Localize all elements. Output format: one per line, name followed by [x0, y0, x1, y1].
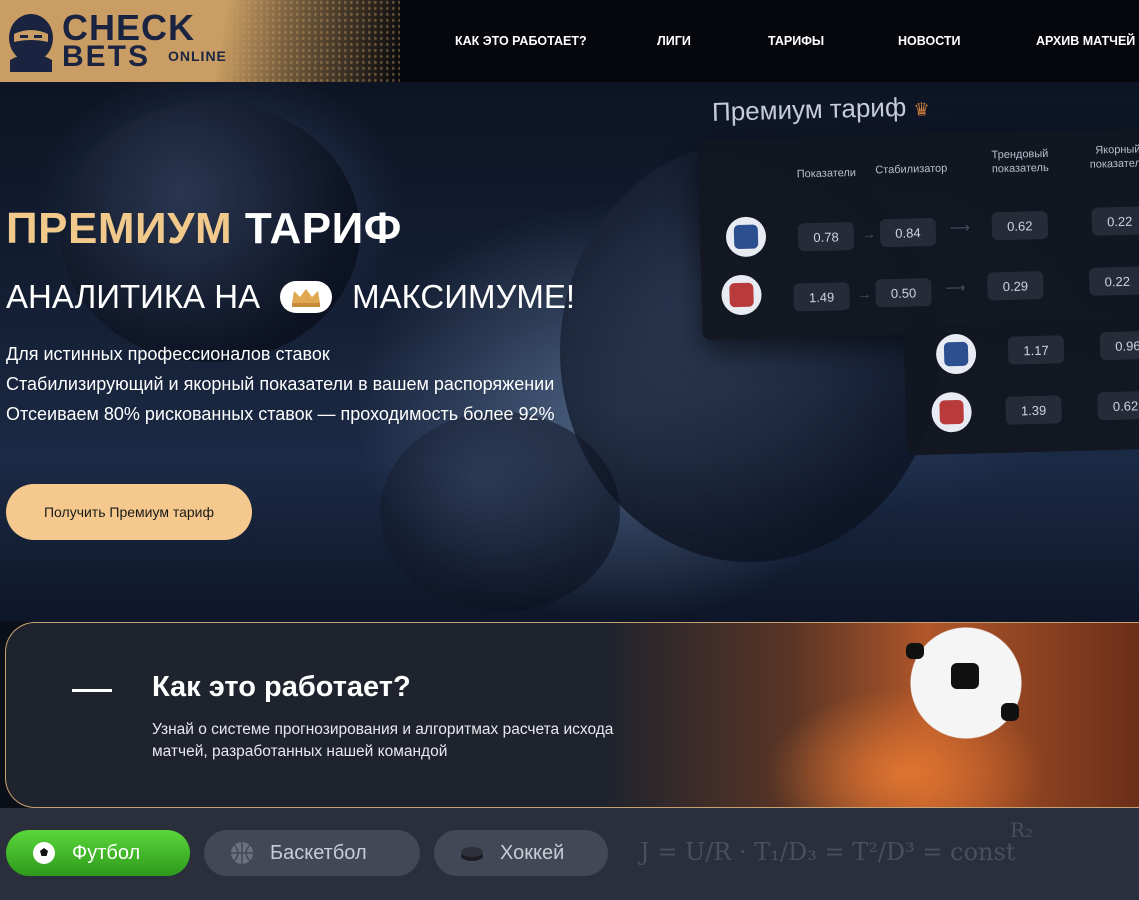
premium-table-panel-lower: 1.17 0.96 1.39 0.62: [903, 318, 1139, 456]
table-cell: 0.50: [875, 277, 932, 308]
table-cell: 1.17: [1007, 335, 1065, 365]
arrow-icon: ⟶: [949, 218, 971, 236]
hero-feature-line: Стабилизирующий и якорный показатели в в…: [6, 374, 555, 394]
nav-how-it-works[interactable]: КАК ЭТО РАБОТАЕТ?: [455, 34, 587, 48]
hero-subtitle: АНАЛИТИКА НА МАКСИМУМЕ!: [6, 278, 575, 316]
arrow-icon: →: [861, 225, 877, 242]
ball-patch: [951, 663, 979, 689]
table-cell: 0.62: [991, 210, 1049, 241]
tab-label: Хоккей: [500, 841, 565, 864]
formula-decoration: J = U/R · T₁/D₃ = T²/D³ = const: [640, 838, 1016, 866]
col-header: Якорный показатель: [1089, 143, 1139, 171]
hero-title: ПРЕМИУМ ТАРИФ: [6, 206, 402, 252]
col-header: Показатели: [796, 166, 857, 181]
table-cell: 1.39: [1005, 395, 1062, 425]
logo-text-online: ONLINE: [168, 48, 227, 64]
col-header: Трендовый показатель: [991, 147, 1049, 176]
hockey-puck-icon: [461, 847, 483, 861]
logo-text-bets: BETS: [62, 40, 151, 73]
team-logo-icon: [935, 333, 977, 375]
arrow-icon: ⟶: [945, 279, 966, 296]
table-cell: 0.29: [987, 271, 1044, 301]
soccer-stadium-image: [606, 623, 1139, 807]
nav-news[interactable]: НОВОСТИ: [898, 34, 961, 48]
tab-basketball[interactable]: Баскетбол: [204, 830, 420, 876]
logo[interactable]: CHECK BETS ONLINE: [0, 0, 400, 82]
ball-patch: [906, 643, 924, 659]
how-it-works-card[interactable]: Как это работает? Узнай о системе прогно…: [5, 622, 1139, 808]
how-it-works-text: Узнай о системе прогнозирования и алгори…: [152, 721, 614, 760]
premium-table-panel: Показатели Стабилизатор Трендовый показа…: [697, 128, 1139, 340]
tab-label: Баскетбол: [270, 841, 367, 864]
basketball-icon: [231, 842, 253, 864]
hero-feature-line: Отсеиваем 80% рискованных ставок — прохо…: [6, 404, 555, 424]
table-cell: 0.62: [1097, 390, 1139, 421]
hero-title-white: ТАРИФ: [244, 204, 402, 253]
nav-leagues[interactable]: ЛИГИ: [657, 34, 691, 48]
hero-subtitle-left: АНАЛИТИКА НА: [6, 278, 261, 315]
ninja-mascot-icon: [9, 14, 53, 72]
table-cell: 0.78: [797, 221, 855, 252]
get-premium-button[interactable]: Получить Премиум тариф: [6, 484, 252, 540]
arrow-icon: →: [857, 285, 872, 302]
hero-subtitle-right: МАКСИМУМЕ!: [352, 278, 576, 315]
tab-label: Футбол: [72, 841, 141, 864]
nav-tariffs[interactable]: ТАРИФЫ: [768, 34, 824, 48]
hero-title-gold: ПРЕМИУМ: [6, 204, 233, 253]
crown-icon: ♛: [913, 99, 930, 120]
site-header: CHECK BETS ONLINE КАК ЭТО РАБОТАЕТ? ЛИГИ…: [0, 0, 1139, 82]
tab-hockey[interactable]: Хоккей: [434, 830, 608, 876]
hero-player-glove: [380, 412, 620, 612]
nav-match-archive[interactable]: АРХИВ МАТЧЕЙ: [1036, 34, 1135, 48]
section-dash: [72, 689, 112, 692]
col-header: Стабилизатор: [875, 162, 948, 177]
table-cell: 0.96: [1099, 330, 1139, 361]
premium-panel-title: Премиум тариф ♛: [711, 91, 930, 127]
table-cell: 1.49: [793, 282, 850, 312]
table-cell: 0.22: [1088, 266, 1139, 296]
crown-icon: [280, 281, 333, 313]
table-cell: 0.84: [879, 217, 937, 248]
tab-football[interactable]: Футбол: [6, 830, 190, 876]
ball-patch: [1001, 703, 1019, 721]
team-logo-icon: [931, 391, 973, 433]
how-it-works-title: Как это работает?: [152, 671, 411, 703]
table-cell: 0.22: [1091, 206, 1139, 236]
hero-feature-line: Для истинных профессионалов ставок: [6, 344, 330, 364]
hero-section: Премиум тариф ♛ Показатели Стабилизатор …: [0, 82, 1139, 622]
soccer-ball-icon: [33, 842, 55, 864]
team-logo-icon: [725, 216, 767, 258]
formula-decoration: R₂: [1010, 818, 1034, 842]
team-logo-icon: [721, 274, 763, 316]
